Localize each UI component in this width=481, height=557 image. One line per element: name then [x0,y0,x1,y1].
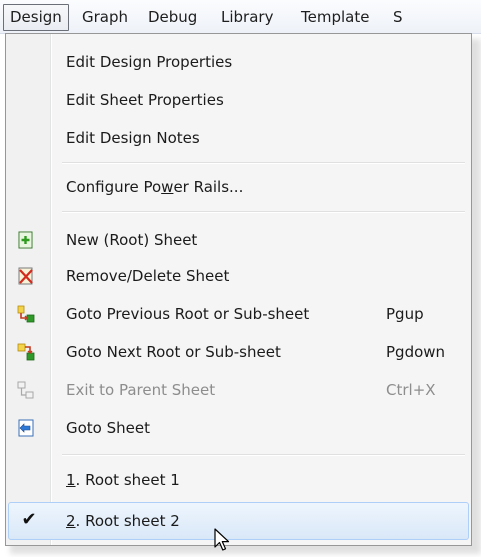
menu-item-new-root-sheet[interactable]: New (Root) Sheet [8,222,469,258]
menu-item-remove-delete-sheet[interactable]: Remove/Delete Sheet [8,258,469,294]
design-menu: Edit Design Properties Edit Sheet Proper… [5,33,472,546]
menu-graph[interactable]: Graph [82,6,128,28]
menu-template[interactable]: Template [301,6,369,28]
screen: Design Graph Debug Library Template S Ed… [0,0,481,557]
checkmark-icon: ✔ [21,509,37,530]
menu-item-label: New (Root) Sheet [66,231,198,249]
menu-separator [62,454,465,456]
remove-sheet-icon [18,267,33,285]
menu-item-label: Remove/Delete Sheet [66,267,230,285]
menu-item-shortcut: Ctrl+X [386,381,436,399]
menu-item-label: Edit Design Notes [66,129,200,147]
menu-item-exit-to-parent-sheet: Exit to Parent Sheet Ctrl+X [8,372,469,408]
new-sheet-icon [18,231,33,249]
menu-item-shortcut: Pgup [386,305,424,323]
menu-item-goto-sheet[interactable]: Goto Sheet [8,410,469,446]
menu-item-label: Goto Sheet [66,419,150,437]
menu-item-root-sheet-1[interactable]: 1. Root sheet 1 [8,462,469,498]
menu-separator [62,211,465,213]
goto-sheet-icon [18,419,34,437]
mouse-pointer-icon [214,528,230,551]
menu-item-label: Edit Sheet Properties [66,91,224,109]
menu-item-edit-design-notes[interactable]: Edit Design Notes [8,120,469,156]
goto-previous-icon [17,305,35,323]
menu-item-label: Exit to Parent Sheet [66,381,216,399]
menu-item-edit-sheet-properties[interactable]: Edit Sheet Properties [8,82,469,118]
menu-library[interactable]: Library [221,6,273,28]
menu-item-label: Goto Next Root or Sub-sheet [66,343,281,361]
menu-item-label: 2. Root sheet 2 [66,512,180,530]
menu-item-goto-next[interactable]: Goto Next Root or Sub-sheet Pgdown [8,334,469,370]
menu-item-label: Edit Design Properties [66,53,233,71]
menu-item-root-sheet-2[interactable]: ✔ 2. Root sheet 2 [8,502,469,540]
menu-debug[interactable]: Debug [148,6,197,28]
menu-item-label: 1. Root sheet 1 [66,471,180,489]
menu-design[interactable]: Design [3,4,69,31]
menu-item-configure-power-rails[interactable]: Configure Power Rails... [8,169,469,205]
menu-more[interactable]: S [393,6,403,28]
goto-next-icon [17,343,35,361]
menu-item-label: Configure Power Rails... [66,178,244,196]
exit-parent-icon [17,381,34,399]
menubar: Design Graph Debug Library Template S [0,0,481,34]
menu-item-label: Goto Previous Root or Sub-sheet [66,305,310,323]
menu-item-shortcut: Pgdown [386,343,446,361]
menu-item-goto-previous[interactable]: Goto Previous Root or Sub-sheet Pgup [8,296,469,332]
menu-item-edit-design-properties[interactable]: Edit Design Properties [8,44,469,80]
menu-separator [62,162,465,164]
